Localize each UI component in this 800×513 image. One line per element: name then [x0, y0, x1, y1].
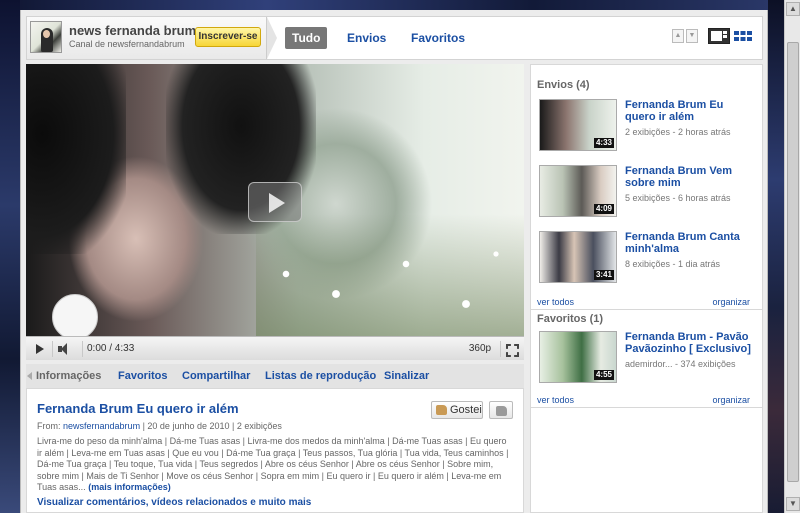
duration-badge: 4:33: [593, 138, 614, 148]
upload-date-views: | 20 de junho de 2010 | 2 exibições: [142, 421, 282, 431]
tab-favoritos[interactable]: Favoritos: [411, 27, 465, 49]
video-frame[interactable]: [26, 64, 524, 340]
video-description: Livra-me do peso da minh'alma | Dá-me Tu…: [37, 436, 513, 494]
comments-link[interactable]: Visualizar comentários, vídeos relaciona…: [37, 497, 311, 508]
scroll-up-icon[interactable]: ▲: [786, 2, 800, 16]
subscribe-button[interactable]: Inscrever-se: [195, 27, 261, 47]
quality-button[interactable]: 360p: [466, 341, 494, 357]
video-link[interactable]: Fernanda Brum Vem sobre mim: [625, 165, 757, 189]
scroll-down-icon[interactable]: ▼: [786, 497, 800, 511]
like-label: Gostei: [450, 404, 482, 416]
fullscreen-icon[interactable]: [500, 341, 519, 357]
subtab-informacoes[interactable]: Informações: [26, 370, 101, 382]
duration-badge: 4:55: [593, 370, 614, 380]
upload-details: From: newsfernandabrum | 20 de junho de …: [37, 421, 282, 431]
like-button[interactable]: Gostei: [431, 401, 483, 419]
channel-info: news fernanda brum Canal de newsfernanda…: [27, 17, 277, 59]
video-link[interactable]: Fernanda Brum - Pavão Pavãozinho [ Exclu…: [625, 331, 757, 355]
video-meta: 2 exibições - 2 horas atrás: [625, 127, 731, 137]
uploads-title: Envios (4): [537, 79, 590, 91]
video-thumbnail[interactable]: 4:33: [539, 99, 617, 151]
video-meta: 8 exibições - 1 dia atrás: [625, 259, 721, 269]
uploads-see-all-link[interactable]: ver todos: [537, 297, 574, 307]
time-display: 0:00 / 4:33: [82, 341, 134, 357]
thumbs-down-icon: [496, 406, 507, 416]
video-link[interactable]: Fernanda Brum Eu quero ir além: [625, 99, 757, 123]
tab-tudo[interactable]: Tudo: [285, 27, 328, 49]
duration-badge: 3:41: [593, 270, 614, 280]
scrollbar-thumb[interactable]: [787, 42, 799, 482]
chevron-up-icon[interactable]: ▲: [672, 29, 684, 43]
background-left: [0, 0, 20, 513]
video-player[interactable]: 0:00 / 4:33 360p: [26, 64, 524, 360]
player-controls: 0:00 / 4:33 360p: [26, 336, 524, 360]
favorites-see-all-link[interactable]: ver todos: [537, 395, 574, 405]
more-info-link[interactable]: (mais informações): [88, 482, 171, 492]
video-frame-hair-left: [26, 64, 126, 254]
uploader-link[interactable]: newsfernandabrum: [63, 421, 140, 431]
channel-header: news fernanda brum Canal de newsfernanda…: [26, 16, 763, 60]
subtab-compartilhar[interactable]: Compartilhar: [182, 370, 250, 382]
channel-subtitle: Canal de newsfernandabrum: [69, 39, 185, 49]
favorites-title: Favoritos (1): [537, 313, 604, 325]
subtab-listas[interactable]: Listas de reprodução: [265, 370, 376, 382]
video-thumbnail[interactable]: 4:55: [539, 331, 617, 383]
sidebar-divider: [531, 407, 762, 408]
from-label: From:: [37, 421, 61, 431]
list-item[interactable]: 4:09 Fernanda Brum Vem sobre mim 5 exibi…: [539, 165, 759, 223]
favorites-organize-link[interactable]: organizar: [712, 395, 750, 405]
volume-icon[interactable]: [52, 341, 72, 357]
video-subtabs: Informações Favoritos Compartilhar Lista…: [26, 364, 524, 388]
player-view-icon[interactable]: [708, 28, 730, 44]
video-frame-earring: [52, 294, 98, 340]
video-info: Fernanda Brum Eu quero ir além Gostei Fr…: [26, 388, 524, 513]
list-item[interactable]: 3:41 Fernanda Brum Canta minh'alma 8 exi…: [539, 231, 759, 289]
grid-view-icon[interactable]: [732, 28, 754, 44]
duration-badge: 4:09: [593, 204, 614, 214]
dislike-button[interactable]: [489, 401, 513, 419]
avatar-face: [43, 30, 50, 38]
list-item[interactable]: 4:33 Fernanda Brum Eu quero ir além 2 ex…: [539, 99, 759, 157]
big-play-icon[interactable]: [248, 182, 302, 222]
tab-envios[interactable]: Envios: [347, 27, 386, 49]
sidebar: Envios (4) 4:33 Fernanda Brum Eu quero i…: [530, 64, 763, 513]
subtab-favoritos[interactable]: Favoritos: [118, 370, 168, 382]
play-icon[interactable]: [30, 341, 48, 357]
video-thumbnail[interactable]: 4:09: [539, 165, 617, 217]
channel-name[interactable]: news fernanda brum: [69, 23, 196, 38]
list-item[interactable]: 4:55 Fernanda Brum - Pavão Pavãozinho [ …: [539, 331, 759, 389]
subtab-sinalizar[interactable]: Sinalizar: [384, 370, 429, 382]
video-meta: 5 exibições - 6 horas atrás: [625, 193, 731, 203]
video-frame-flowers: [256, 214, 524, 336]
avatar[interactable]: [30, 21, 62, 53]
page-scrollbar[interactable]: ▲ ▼: [784, 0, 800, 513]
channel-page: news fernanda brum Canal de newsfernanda…: [20, 10, 768, 513]
sidebar-divider: [531, 309, 762, 310]
video-title[interactable]: Fernanda Brum Eu quero ir além: [37, 401, 239, 416]
video-meta: ademirdor... - 374 exibições: [625, 359, 736, 369]
chevron-down-icon[interactable]: ▼: [686, 29, 698, 43]
background-top: [0, 0, 800, 10]
uploads-organize-link[interactable]: organizar: [712, 297, 750, 307]
video-link[interactable]: Fernanda Brum Canta minh'alma: [625, 231, 757, 255]
thumbs-up-icon: [436, 405, 447, 415]
video-thumbnail[interactable]: 3:41: [539, 231, 617, 283]
